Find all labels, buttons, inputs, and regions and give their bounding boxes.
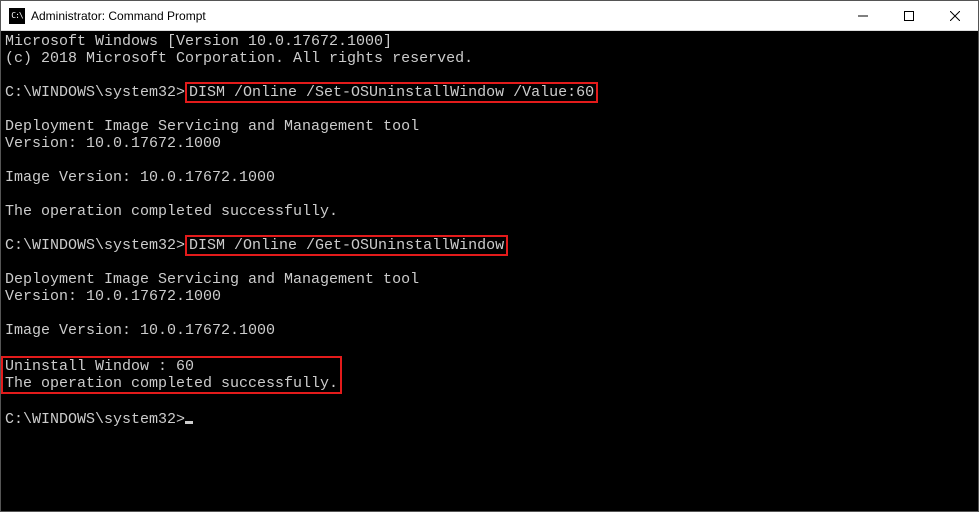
prompt: C:\WINDOWS\system32> xyxy=(5,84,185,101)
command-2: DISM /Online /Get-OSUninstallWindow xyxy=(189,237,504,254)
image-version: Image Version: 10.0.17672.1000 xyxy=(5,322,275,339)
title-bar[interactable]: C:\ Administrator: Command Prompt xyxy=(1,1,978,31)
dism-version: Version: 10.0.17672.1000 xyxy=(5,135,221,152)
command-1: DISM /Online /Set-OSUninstallWindow /Val… xyxy=(189,84,594,101)
minimize-icon xyxy=(858,11,868,21)
cmd-icon: C:\ xyxy=(9,8,25,24)
image-version: Image Version: 10.0.17672.1000 xyxy=(5,169,275,186)
close-icon xyxy=(950,11,960,21)
command-prompt-window: C:\ Administrator: Command Prompt Micros… xyxy=(0,0,979,512)
window-title: Administrator: Command Prompt xyxy=(31,9,206,23)
dism-tool-name: Deployment Image Servicing and Managemen… xyxy=(5,118,419,135)
prompt: C:\WINDOWS\system32> xyxy=(5,411,185,428)
uninstall-window-value: Uninstall Window : 60 xyxy=(5,358,194,375)
cursor xyxy=(185,421,193,424)
copyright-line: (c) 2018 Microsoft Corporation. All righ… xyxy=(5,50,473,67)
dism-version: Version: 10.0.17672.1000 xyxy=(5,288,221,305)
terminal-output[interactable]: Microsoft Windows [Version 10.0.17672.10… xyxy=(1,31,978,511)
highlight-box-result: Uninstall Window : 60 The operation comp… xyxy=(1,356,342,394)
highlight-box-cmd2: DISM /Online /Get-OSUninstallWindow xyxy=(185,235,508,256)
maximize-button[interactable] xyxy=(886,1,932,31)
maximize-icon xyxy=(904,11,914,21)
prompt: C:\WINDOWS\system32> xyxy=(5,237,185,254)
minimize-button[interactable] xyxy=(840,1,886,31)
os-version-line: Microsoft Windows [Version 10.0.17672.10… xyxy=(5,33,392,50)
dism-tool-name: Deployment Image Servicing and Managemen… xyxy=(5,271,419,288)
close-button[interactable] xyxy=(932,1,978,31)
highlight-box-cmd1: DISM /Online /Set-OSUninstallWindow /Val… xyxy=(185,82,598,103)
success-message-2: The operation completed successfully. xyxy=(5,375,338,392)
success-message-1: The operation completed successfully. xyxy=(5,203,338,220)
